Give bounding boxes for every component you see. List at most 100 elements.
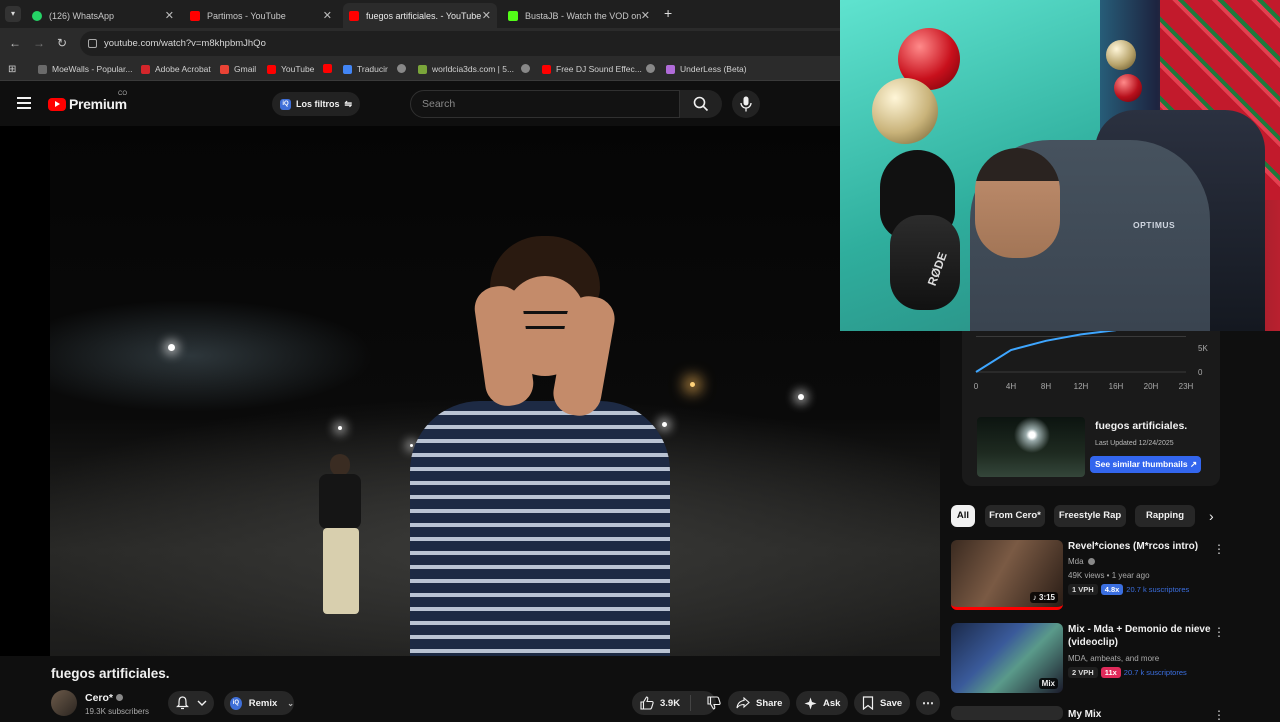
share-icon <box>736 697 750 709</box>
logo-text: Premium <box>69 96 127 112</box>
more-options-icon[interactable]: ⋮ <box>1213 542 1225 556</box>
remix-button[interactable]: iQ Remix ⌄ <box>224 691 294 715</box>
tab-title: (126) WhatsApp <box>49 10 115 21</box>
browser-tab[interactable]: Partimos - YouTube ✕ <box>184 3 338 28</box>
channel-name: MDA, ambeats, and more <box>1068 654 1160 663</box>
verified-icon <box>1087 558 1095 565</box>
close-tab-icon[interactable]: ✕ <box>323 9 332 22</box>
x-tick-label: 20H <box>1144 382 1159 391</box>
vph-tag: 1 VPH <box>1068 584 1098 595</box>
bookmark-item[interactable] <box>521 64 535 73</box>
bookmark-label: Free DJ Sound Effec... <box>556 64 642 74</box>
menu-icon[interactable] <box>17 97 31 109</box>
youtube-icon <box>323 64 332 73</box>
like-button[interactable]: 3.9K <box>632 696 680 710</box>
chip-from-channel[interactable]: From Cero* <box>985 505 1045 527</box>
translate-icon <box>343 64 352 74</box>
forward-icon[interactable]: → <box>33 36 45 50</box>
dislike-button[interactable] <box>690 695 727 711</box>
apps-grid-icon[interactable]: ⊞ <box>8 64 16 75</box>
y-tick-label: 0 <box>1198 368 1203 377</box>
remix-label: Remix <box>248 697 278 709</box>
voice-search-button[interactable] <box>732 90 760 118</box>
recommended-video[interactable]: ♪ 3:15 Revel*ciones (M*rcos intro) Mda 4… <box>951 540 1271 610</box>
bookmark-item[interactable]: Adobe Acrobat <box>141 64 211 74</box>
browser-tab-active[interactable]: fuegos artificiales. - YouTube ✕ <box>343 3 497 28</box>
close-tab-icon[interactable]: ✕ <box>165 9 174 22</box>
close-tab-icon[interactable]: ✕ <box>482 9 491 22</box>
whatsapp-icon <box>32 10 42 21</box>
mix-thumbnail[interactable]: Mix <box>951 623 1063 693</box>
globe-icon <box>646 64 655 73</box>
chevron-down-icon: ⌄ <box>287 698 294 708</box>
ask-button[interactable]: Ask <box>796 691 848 715</box>
url-text: youtube.com/watch?v=m8khpbmJhQo <box>104 38 266 49</box>
search-placeholder: Search <box>422 98 456 110</box>
views-stats-card: 5K 0 0 4H 8H 12H 16H 20H 23H fuegos artificiales… <box>962 331 1220 486</box>
bookmark-label: MoeWalls - Popular... <box>52 64 133 74</box>
bookmark-item[interactable] <box>646 64 660 73</box>
see-similar-thumbnails-button[interactable]: See similar thumbnails ↗ <box>1090 456 1201 473</box>
recommended-video[interactable]: Mix Mix - Mda + Demonio de nieve (videoc… <box>951 623 1271 693</box>
bookmark-item[interactable] <box>397 64 411 73</box>
bookmark-item[interactable]: MoeWalls - Popular... <box>38 64 132 74</box>
chip-freestyle-rap[interactable]: Freestyle Rap <box>1054 505 1126 527</box>
more-actions-icon[interactable]: ⋯ <box>916 691 940 715</box>
bookmark-item[interactable]: UnderLess (Beta) <box>666 64 747 74</box>
stats-title: fuegos artificiales. <box>1095 420 1188 432</box>
address-bar: ← → ↻ youtube.com/watch?v=m8khpbmJhQo <box>0 28 840 59</box>
ask-label: Ask <box>823 697 841 709</box>
video-thumbnail[interactable] <box>951 706 1063 720</box>
gmail-icon <box>220 64 229 74</box>
search-button[interactable] <box>680 90 722 118</box>
youtube-icon <box>542 64 551 74</box>
new-tab-icon[interactable]: + <box>664 5 672 21</box>
chip-rapping[interactable]: Rapping <box>1135 505 1195 527</box>
recommended-video[interactable]: My Mix ⋮ <box>951 706 1271 722</box>
chip-all[interactable]: All <box>951 505 975 527</box>
channel-name[interactable]: Cero* <box>85 692 113 704</box>
site-info-icon[interactable] <box>88 39 97 48</box>
bookmark-item[interactable]: Free DJ Sound Effec... <box>542 64 642 74</box>
chevron-down-icon <box>197 700 207 706</box>
notifications-button[interactable] <box>168 691 214 715</box>
save-playlist-icon <box>862 696 874 710</box>
bookmark-item[interactable]: YouTube <box>267 64 314 74</box>
video-thumbnail[interactable]: ♪ 3:15 <box>951 540 1063 610</box>
back-icon[interactable]: ← <box>9 36 21 50</box>
webcam-overlay <box>840 0 1280 331</box>
stats-thumbnail <box>977 417 1085 477</box>
stats-tags: 1 VPH 4.8x 20.7 k suscriptores <box>1068 584 1189 595</box>
acrobat-icon <box>141 64 150 74</box>
reload-icon[interactable]: ↻ <box>57 36 67 50</box>
youtube-icon <box>267 64 276 74</box>
filters-button[interactable]: iQ Los filtros ⇋ <box>272 92 361 116</box>
country-code: CO <box>118 91 127 97</box>
kick-icon <box>508 10 518 21</box>
like-dislike-group: 3.9K <box>632 691 721 715</box>
more-options-icon[interactable]: ⋮ <box>1213 625 1225 639</box>
url-field[interactable]: youtube.com/watch?v=m8khpbmJhQo <box>80 31 840 56</box>
browser-tab[interactable]: BustaJB - Watch the VOD on Ki ✕ <box>502 3 656 28</box>
browser-tab[interactable]: (126) WhatsApp ✕ <box>26 3 180 28</box>
video-player[interactable] <box>0 126 940 656</box>
channel-line: Mda <box>1068 557 1095 566</box>
bookmark-item[interactable] <box>323 64 337 73</box>
bookmarks-bar: ⊞ MoeWalls - Popular... Adobe Acrobat Gm… <box>0 59 840 81</box>
chevron-right-icon[interactable]: › <box>1209 508 1214 524</box>
save-button[interactable]: Save <box>854 691 910 715</box>
bookmark-item[interactable]: Traducir <box>343 64 388 74</box>
bookmark-item[interactable]: Gmail <box>220 64 256 74</box>
search-input[interactable]: Search <box>410 90 680 118</box>
tab-search-button[interactable]: ▾ <box>5 6 21 22</box>
bookmark-item[interactable]: worldcia3ds.com | 5... <box>418 64 514 74</box>
youtube-header: Premium CO iQ Los filtros ⇋ Search <box>0 82 840 126</box>
channel-avatar[interactable] <box>51 690 77 716</box>
close-tab-icon[interactable]: ✕ <box>641 9 650 22</box>
tab-title: Partimos - YouTube <box>207 10 286 21</box>
youtube-premium-logo[interactable]: Premium CO <box>48 91 127 112</box>
x-tick-label: 8H <box>1041 382 1051 391</box>
sliders-icon: ⇋ <box>344 98 353 109</box>
share-button[interactable]: Share <box>728 691 790 715</box>
verified-icon <box>116 694 123 701</box>
